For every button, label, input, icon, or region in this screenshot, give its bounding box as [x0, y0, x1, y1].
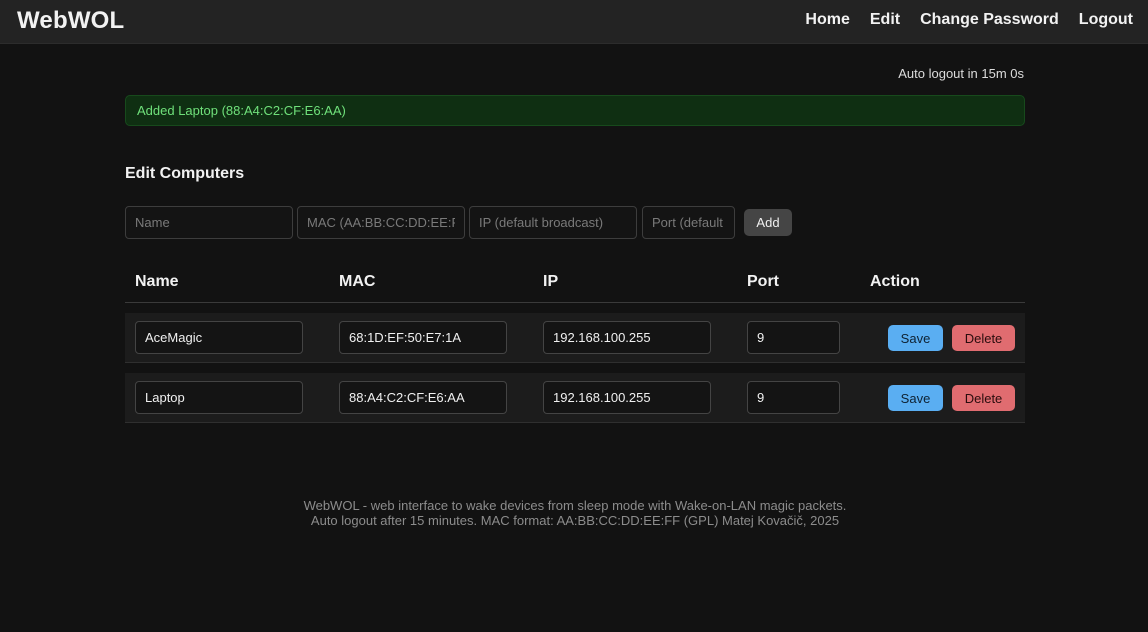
table-header: Name MAC IP Port Action — [125, 262, 1025, 303]
main-nav: Home Edit Change Password Logout — [785, 11, 1133, 29]
footer-credits: Auto logout after 15 minutes. MAC format… — [310, 513, 840, 528]
row-ip-input[interactable] — [543, 381, 711, 414]
new-ip-input[interactable] — [469, 206, 637, 239]
nav-edit-link[interactable]: Edit — [870, 11, 900, 29]
row-name-input[interactable] — [135, 321, 303, 354]
column-header-name: Name — [135, 273, 179, 290]
row-port-input[interactable] — [747, 321, 840, 354]
table-row: Save Delete — [125, 313, 1025, 363]
top-navbar: WebWOL Home Edit Change Password Logout — [0, 0, 1148, 44]
flash-success-message: Added Laptop (88:A4:C2:CF:E6:AA) — [125, 95, 1025, 126]
nav-home-link[interactable]: Home — [805, 11, 849, 29]
footer-description: WebWOL - web interface to wake devices f… — [303, 498, 847, 513]
column-header-ip: IP — [543, 273, 559, 290]
row-name-input[interactable] — [135, 381, 303, 414]
table-row: Save Delete — [125, 373, 1025, 423]
auto-logout-timer: Auto logout in 15m 0s — [898, 66, 1024, 81]
save-button[interactable]: Save — [888, 325, 943, 351]
section-title: Edit Computers — [125, 165, 245, 182]
column-header-port: Port — [747, 273, 779, 290]
row-mac-input[interactable] — [339, 321, 507, 354]
save-button[interactable]: Save — [888, 385, 943, 411]
delete-button[interactable]: Delete — [952, 385, 1015, 411]
nav-logout-link[interactable]: Logout — [1079, 11, 1133, 29]
column-header-action: Action — [870, 273, 920, 290]
nav-change-password-link[interactable]: Change Password — [920, 11, 1059, 29]
new-name-input[interactable] — [125, 206, 293, 239]
delete-button[interactable]: Delete — [952, 325, 1015, 351]
row-port-input[interactable] — [747, 381, 840, 414]
new-port-input[interactable] — [642, 206, 735, 239]
row-mac-input[interactable] — [339, 381, 507, 414]
column-header-mac: MAC — [339, 273, 376, 290]
new-mac-input[interactable] — [297, 206, 465, 239]
brand-logo[interactable]: WebWOL — [17, 7, 124, 35]
page-footer: WebWOL - web interface to wake devices f… — [125, 498, 1025, 528]
row-ip-input[interactable] — [543, 321, 711, 354]
add-button[interactable]: Add — [744, 209, 792, 236]
